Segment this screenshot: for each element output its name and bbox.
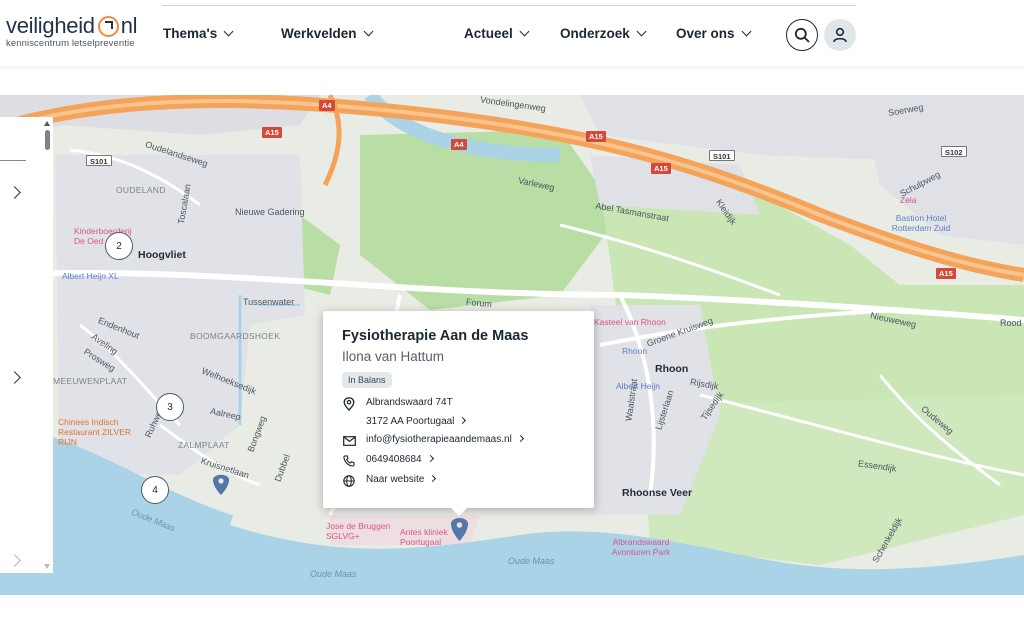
chevron-down-icon (741, 26, 751, 37)
road-shield: S102 (941, 146, 967, 157)
search-button[interactable] (786, 19, 818, 51)
chevron-right-icon (429, 474, 437, 483)
road-shield: A15 (936, 268, 956, 279)
logo-subtitle: kenniscentrum letselpreventie (6, 38, 135, 49)
poi-label: Bastion Hotel Rotterdam Zuid (891, 213, 951, 233)
district-label: ZALMPLAAT (178, 440, 230, 450)
poi-label: Albert Heijn XL (62, 271, 119, 281)
account-button[interactable] (824, 19, 856, 51)
popup-badge: In Balans (342, 372, 392, 388)
poi-label: Chinees Indisch Restaurant ZILVER RIJN (58, 417, 132, 447)
road-shield: A15 (586, 131, 606, 142)
popup-person: Ilona van Hattum (342, 349, 445, 364)
map-cluster-marker[interactable]: 3 (156, 393, 184, 421)
water-label: Oude Maas (310, 569, 357, 579)
road-shield: S101 (709, 150, 735, 161)
site-header: veiligheid nl kenniscentrum letselpreven… (0, 0, 1024, 66)
road-shield: A15 (651, 163, 671, 174)
road-shield: S101 (86, 155, 112, 166)
nav-label: Thema's (163, 26, 218, 41)
place-label: Rhoon (655, 363, 689, 375)
poi-label: Zela (900, 195, 917, 205)
nav-over-ons[interactable]: Over ons (676, 26, 751, 41)
globe-icon (342, 474, 356, 487)
popup-phone-row[interactable]: 0649408684 (342, 454, 575, 467)
nav-onderzoek[interactable]: Onderzoek (560, 26, 647, 41)
scrollbar-thumb[interactable] (45, 130, 50, 150)
map-cluster-marker[interactable]: 2 (105, 232, 133, 260)
place-label: Nieuwe Gadering (235, 207, 305, 217)
chevron-down-icon (636, 26, 647, 37)
popup-address-line1: Albrandswaard 74T (366, 397, 453, 408)
user-icon (833, 27, 847, 43)
nav-label: Onderzoek (560, 26, 630, 41)
popup-address-row: Albrandswaard 74T 3172 AA Poortugaal (342, 396, 575, 427)
popup-phone-link[interactable]: 0649408684 (366, 454, 422, 465)
scroll-arrows-icon (44, 121, 50, 569)
results-side-panel (0, 117, 53, 573)
nav-actueel[interactable]: Actueel (464, 26, 530, 41)
road-shield: A4 (451, 139, 467, 150)
place-label: Hoogvliet (138, 249, 186, 261)
panel-divider (0, 160, 26, 161)
popup-email-row[interactable]: info@fysiotherapieaandemaas.nl (342, 434, 575, 447)
street-label: Rood (1000, 318, 1022, 328)
search-icon (794, 27, 810, 43)
site-logo[interactable]: veiligheid nl kenniscentrum letselpreven… (6, 13, 138, 50)
chevron-right-icon (459, 416, 467, 425)
map-cluster-marker[interactable]: 4 (141, 476, 169, 504)
logo-word-left: veiligheid (6, 13, 95, 38)
location-pin-icon (342, 396, 356, 411)
panel-scrollbar[interactable] (42, 117, 52, 573)
poi-label: Kasteel van Rhoon (594, 317, 666, 327)
place-label: Rhoonse Veer (622, 487, 693, 499)
nav-label: Werkvelden (281, 26, 357, 41)
chevron-right-icon[interactable] (8, 371, 21, 384)
nav-label: Over ons (676, 26, 735, 41)
popup-website-row[interactable]: Naar website (342, 474, 575, 487)
chevron-down-icon (519, 26, 530, 37)
popup-email-link[interactable]: info@fysiotherapieaandemaas.nl (366, 434, 512, 445)
mail-icon (342, 434, 356, 447)
place-label: Tussenwater (243, 297, 295, 307)
district-label: MEEUWENPLAAT (53, 376, 128, 386)
poi-label: Albrandswaard Avonturen Park (611, 537, 671, 557)
poi-label: Rhoon (622, 346, 648, 356)
poi-label: Jose de Bruggen SGLVG+ (326, 521, 391, 541)
district-label: BOOMGAARDSHOEK (190, 331, 281, 341)
chevron-down-icon (363, 26, 373, 37)
nav-label: Actueel (464, 26, 513, 41)
road-shield: A15 (262, 127, 282, 138)
popup-website-link[interactable]: Naar website (366, 474, 424, 485)
location-popup: Fysiotherapie Aan de Maas Ilona van Hatt… (323, 311, 594, 516)
popup-title: Fysiotherapie Aan de Maas (342, 328, 529, 344)
water-label: Oude Maas (508, 556, 555, 566)
app-root: veiligheid nl kenniscentrum letselpreven… (0, 0, 1024, 636)
logo-arrow-icon (97, 15, 119, 37)
phone-icon (342, 454, 356, 467)
district-label: OUDELAND (116, 185, 166, 195)
chevron-right-icon (426, 454, 434, 463)
road-shield: A4 (319, 100, 335, 111)
logo-word-right: nl (120, 13, 138, 38)
logo-wordmark: veiligheid nl (6, 13, 138, 38)
chevron-right-icon[interactable] (8, 186, 21, 199)
poi-label: Albert Heijn (616, 381, 660, 391)
nav-werkvelden[interactable]: Werkvelden (281, 26, 373, 41)
chevron-right-icon (516, 434, 524, 443)
header-top-line (162, 5, 856, 6)
popup-address-link[interactable]: 3172 AA Poortugaal (366, 416, 467, 427)
poi-label: Antes kliniek Poortugaal (400, 527, 448, 547)
chevron-right-icon[interactable] (8, 554, 21, 567)
nav-themas[interactable]: Thema's (163, 26, 234, 41)
popup-address-line2: 3172 AA Poortugaal (366, 416, 455, 427)
chevron-down-icon (223, 26, 234, 37)
